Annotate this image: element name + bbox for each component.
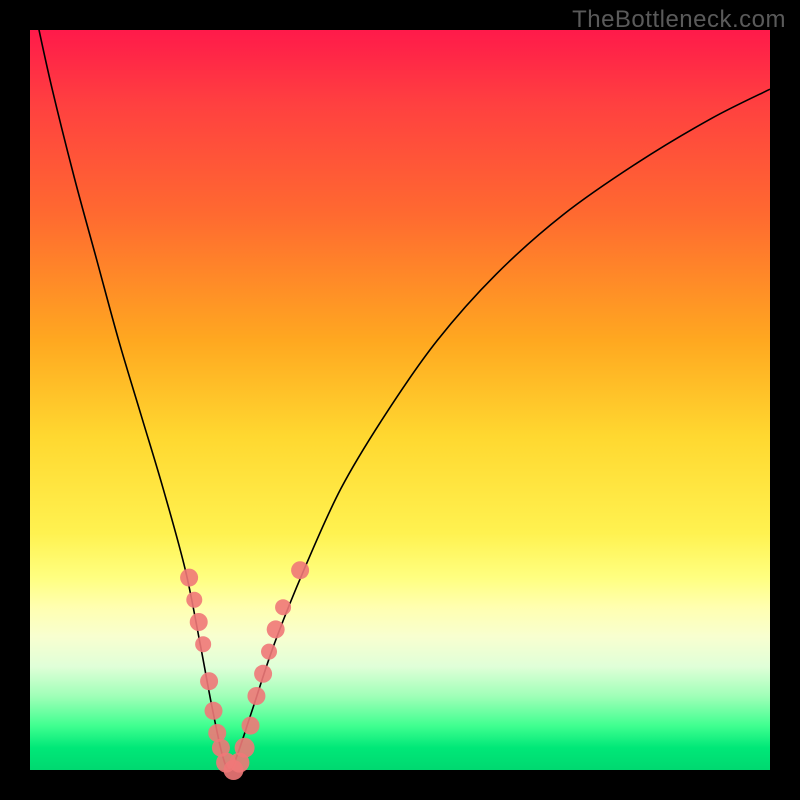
watermark-text: TheBottleneck.com [572, 6, 786, 34]
scatter-dot [195, 636, 211, 652]
scatter-dot [261, 644, 277, 660]
scatter-dot [190, 613, 208, 631]
scatter-dot [275, 599, 291, 615]
bottleneck-curve [37, 23, 770, 770]
scatter-dot [242, 717, 260, 735]
scatter-dot [267, 620, 285, 638]
scatter-dot [235, 738, 255, 758]
plot-area [30, 30, 770, 770]
chart-frame: TheBottleneck.com [0, 0, 800, 800]
scatter-dots [180, 561, 309, 780]
scatter-dot [254, 665, 272, 683]
scatter-dot [291, 561, 309, 579]
scatter-dot [180, 569, 198, 587]
scatter-dot [205, 702, 223, 720]
scatter-dot [186, 592, 202, 608]
chart-svg [30, 30, 770, 770]
scatter-dot [200, 672, 218, 690]
scatter-dot [247, 687, 265, 705]
